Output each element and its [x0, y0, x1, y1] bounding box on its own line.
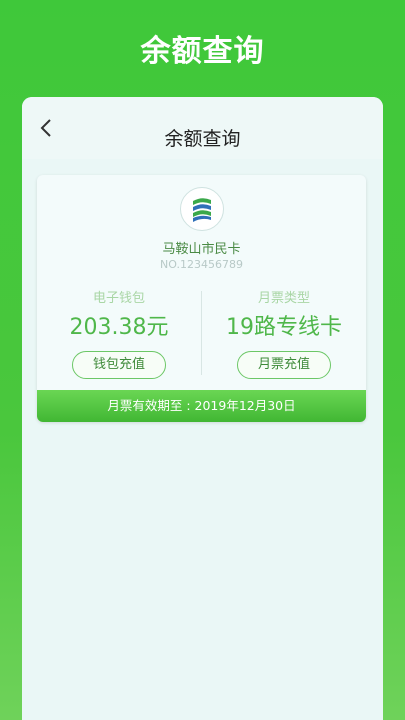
pass-section: 月票类型 19路专线卡 月票充值 [202, 287, 366, 379]
pass-recharge-button[interactable]: 月票充值 [237, 351, 331, 379]
wallet-section: 电子钱包 203.38元 钱包充值 [37, 287, 201, 379]
card-name: 马鞍山市民卡 [162, 242, 241, 257]
city-card-logo-icon [180, 187, 224, 231]
nav-bar: 余额查询 [22, 97, 383, 159]
app-screen: 余额查询 马鞍山市民卡 NO.123456789 电子钱包 203.38元 钱包… [22, 97, 383, 720]
pass-validity-bar: 月票有效期至 : 2019年12月30日 [37, 390, 366, 422]
banner-title: 余额查询 [140, 34, 265, 69]
pass-type-value: 19路专线卡 [226, 315, 342, 340]
wallet-recharge-button[interactable]: 钱包充值 [72, 351, 166, 379]
page-title: 余额查询 [164, 128, 241, 150]
card-number: NO.123456789 [160, 258, 243, 271]
balance-card: 马鞍山市民卡 NO.123456789 电子钱包 203.38元 钱包充值 月票… [37, 175, 366, 422]
pass-type-label: 月票类型 [257, 291, 310, 306]
wallet-label: 电子钱包 [92, 291, 145, 306]
wallet-balance: 203.38元 [69, 315, 169, 340]
